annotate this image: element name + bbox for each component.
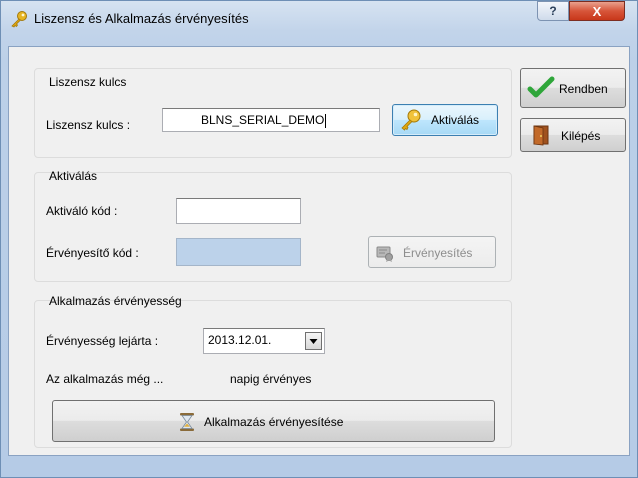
activation-group-title: Aktiválás bbox=[49, 169, 98, 183]
license-key-input[interactable]: BLNS_SERIAL_DEMO bbox=[162, 108, 380, 132]
help-button[interactable]: ? bbox=[537, 1, 569, 21]
expiry-date-value: 2013.12.01. bbox=[208, 333, 272, 347]
validation-code-label: Érvényesítő kód : bbox=[46, 246, 139, 260]
validate-code-button-label: Érvényesítés bbox=[403, 246, 473, 260]
key-icon bbox=[399, 108, 423, 135]
license-key-value: BLNS_SERIAL_DEMO bbox=[201, 113, 325, 127]
ok-button[interactable]: Rendben bbox=[520, 68, 626, 108]
hourglass-icon bbox=[179, 412, 195, 435]
checkmark-icon bbox=[527, 74, 555, 105]
validation-code-input[interactable] bbox=[176, 238, 301, 266]
expiry-date-picker[interactable]: 2013.12.01. bbox=[203, 328, 325, 354]
close-button[interactable]: X bbox=[569, 1, 625, 21]
activator-code-label: Aktiváló kód : bbox=[46, 204, 118, 218]
cert-icon bbox=[375, 243, 395, 266]
validate-app-button[interactable]: Alkalmazás érvényesítése bbox=[52, 400, 495, 442]
door-icon bbox=[531, 124, 553, 149]
validate-app-button-label: Alkalmazás érvényesítése bbox=[204, 415, 344, 429]
key-icon bbox=[10, 10, 28, 28]
exit-button-label: Kilépés bbox=[561, 129, 601, 143]
validity-group-title: Alkalmazás érvényesség bbox=[49, 294, 182, 308]
window-title: Liszensz és Alkalmazás érvényesítés bbox=[34, 11, 249, 26]
activate-button-label: Aktiválás bbox=[431, 113, 480, 127]
validate-code-button[interactable]: Érvényesítés bbox=[368, 236, 496, 268]
text-caret bbox=[325, 113, 327, 128]
activator-code-input[interactable] bbox=[176, 198, 301, 224]
remaining-days-suffix: napig érvényes bbox=[230, 372, 312, 386]
license-key-group-title: Liszensz kulcs bbox=[49, 75, 127, 89]
remaining-days-prefix: Az alkalmazás még ... bbox=[46, 372, 164, 386]
exit-button[interactable]: Kilépés bbox=[520, 118, 626, 152]
expiry-label: Érvényesség lejárta : bbox=[46, 334, 159, 348]
ok-button-label: Rendben bbox=[559, 82, 608, 96]
activate-button[interactable]: Aktiválás bbox=[392, 104, 498, 136]
license-key-label: Liszensz kulcs : bbox=[46, 118, 131, 132]
chevron-down-icon[interactable] bbox=[305, 332, 322, 350]
